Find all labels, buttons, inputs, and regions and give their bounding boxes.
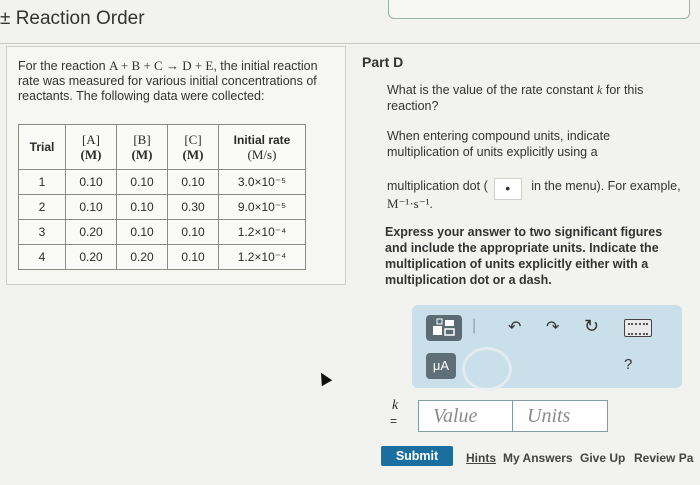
math-toolbar: | ↶ ↷ ↻ μA ? xyxy=(412,305,682,391)
score-box xyxy=(388,0,690,19)
decorative-glare xyxy=(462,347,512,391)
cell: 0.10 xyxy=(116,194,168,220)
page-title: ± Reaction Order xyxy=(0,8,145,29)
part-title: Part D xyxy=(362,54,404,70)
units-button[interactable]: μA xyxy=(426,353,456,379)
cell: 3 xyxy=(18,219,66,245)
cell: 0.10 xyxy=(167,219,219,245)
cell: 9.0×10⁻⁵ xyxy=(218,194,306,220)
reset-icon[interactable]: ↻ xyxy=(584,316,599,337)
cell: 2 xyxy=(18,194,66,220)
header-c: [C] (M) xyxy=(167,124,219,170)
problem-intro: For the reaction A + B + C → D + E, the … xyxy=(18,58,318,104)
my-answers-link[interactable]: My Answers xyxy=(503,451,573,465)
intro-pre: For the reaction xyxy=(18,59,110,73)
cell: 0.30 xyxy=(167,194,219,220)
answer-equals: = xyxy=(390,414,398,428)
cell: 0.20 xyxy=(65,244,117,270)
cell: 1.2×10⁻⁴ xyxy=(218,244,306,270)
header-divider xyxy=(0,43,700,44)
cell: 4 xyxy=(18,244,66,270)
separator-icon: | xyxy=(472,317,477,334)
templates-button[interactable] xyxy=(426,315,462,341)
cell: 0.10 xyxy=(65,194,117,220)
cell: 3.0×10⁻⁵ xyxy=(218,169,306,195)
cell: 0.10 xyxy=(167,244,219,270)
header-a: [A] (M) xyxy=(65,124,117,170)
value-input[interactable]: Value xyxy=(418,400,514,432)
cell: 0.20 xyxy=(116,244,168,270)
cell: 0.10 xyxy=(116,219,168,245)
submit-button[interactable]: Submit xyxy=(381,446,453,466)
cell: 1.2×10⁻⁴ xyxy=(218,219,306,245)
mouse-cursor-icon xyxy=(315,369,333,387)
table-row: 2 0.10 0.10 0.30 9.0×10⁻⁵ xyxy=(18,194,306,220)
header-trial: Trial xyxy=(18,124,66,170)
table-header-row: Trial [A] (M) [B] (M) [C] (M) Initial rate(… xyxy=(18,124,306,170)
keyboard-icon[interactable] xyxy=(624,319,652,337)
answer-variable: k xyxy=(392,398,399,413)
cell: 1 xyxy=(18,169,66,195)
question-text: What is the value of the rate constant k… xyxy=(387,83,644,113)
header-b: [B] (M) xyxy=(116,124,168,170)
review-part-link[interactable]: Review Pa xyxy=(634,451,693,465)
answer-instructions: Express your answer to two significant f… xyxy=(385,225,663,287)
undo-icon[interactable]: ↶ xyxy=(508,317,521,337)
cell: 0.10 xyxy=(116,169,168,195)
cell: 0.10 xyxy=(167,169,219,195)
header-initial-rate: Initial rate (M/s) xyxy=(218,124,306,170)
rate-data-table: Trial [A] (M) [B] (M) [C] (M) Initial rate(… xyxy=(18,124,306,270)
units-input[interactable]: Units xyxy=(512,400,608,432)
redo-icon[interactable]: ↷ xyxy=(546,317,559,337)
table-row: 4 0.20 0.20 0.10 1.2×10⁻⁴ xyxy=(18,244,306,270)
templates-icon xyxy=(433,318,455,336)
hints-link[interactable]: Hints xyxy=(466,451,496,465)
example-units: M⁻¹·s⁻¹. xyxy=(387,196,433,211)
reaction-equation: A + B + C → D + E xyxy=(109,58,214,73)
table-row: 3 0.20 0.10 0.10 1.2×10⁻⁴ xyxy=(18,219,306,245)
help-icon[interactable]: ? xyxy=(624,356,632,373)
units-note: When entering compound units, indicate m… xyxy=(387,129,611,159)
multiplication-dot-icon: • xyxy=(493,178,522,200)
cell: 0.10 xyxy=(65,169,117,195)
table-row: 1 0.10 0.10 0.10 3.0×10⁻⁵ xyxy=(18,169,306,195)
cell: 0.20 xyxy=(65,219,117,245)
give-up-link[interactable]: Give Up xyxy=(580,451,625,465)
